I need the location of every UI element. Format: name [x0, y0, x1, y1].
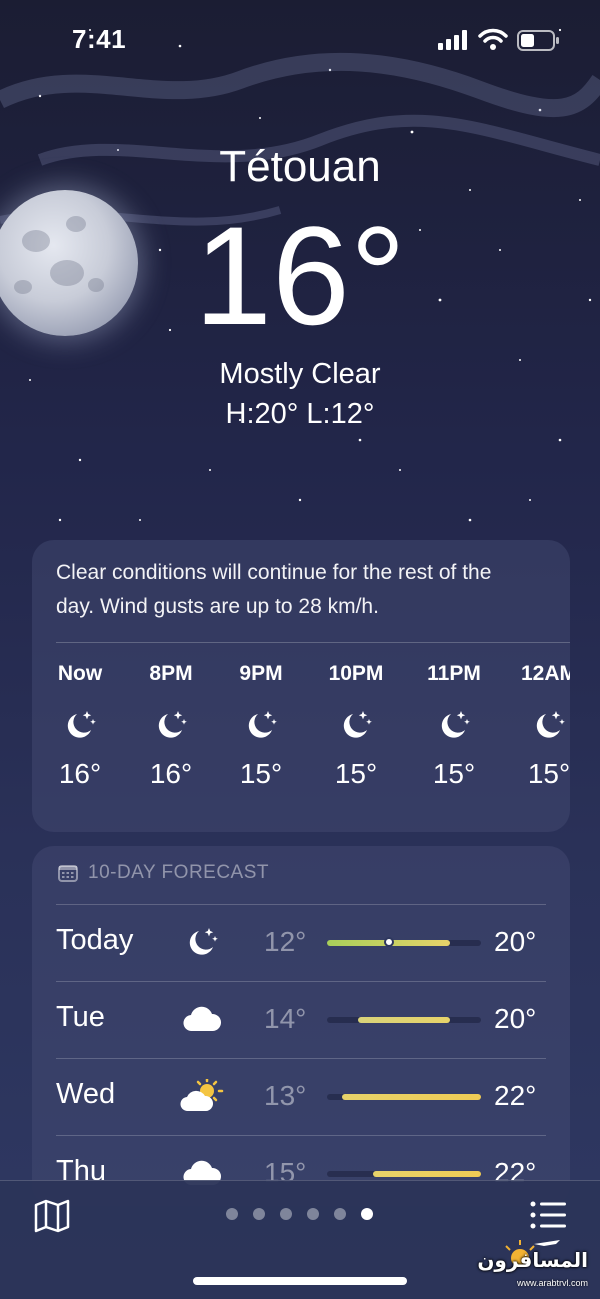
wifi-icon [478, 28, 508, 50]
hour-label: 8PM [149, 662, 193, 685]
page-dot[interactable] [253, 1208, 265, 1220]
forecast-day: Wed [56, 1078, 116, 1110]
divider [56, 904, 546, 905]
hour-label: 12AM [520, 662, 570, 685]
forecast-header-label: 10-DAY FORECAST [88, 862, 270, 883]
forecast-high: 20° [494, 1003, 537, 1034]
forecast-high: 20° [494, 926, 537, 957]
watermark-text: المسافرون [477, 1248, 588, 1272]
sun-cloud-icon [178, 1076, 226, 1116]
cloud-icon [178, 999, 226, 1039]
divider [56, 1135, 546, 1136]
hour-temp: 16° [149, 758, 193, 789]
map-icon[interactable] [34, 1199, 70, 1233]
moon-stars-icon [178, 922, 226, 962]
temperature-range-bar [327, 1017, 481, 1023]
hour-temp: 16° [58, 758, 102, 789]
forecast-row[interactable]: Wed 13° 22° [56, 1058, 546, 1135]
hour-temp: 15° [334, 758, 378, 789]
hour-item: 11PM 15° [414, 662, 494, 790]
ten-day-forecast-card[interactable]: 10-DAY FORECAST Today 12° 20° Tue 14° 20° Wed 1… [32, 846, 570, 1206]
watermark-site: www.arabtrvl.com [516, 1278, 588, 1288]
temperature-range-fill [357, 1017, 451, 1023]
page-indicator[interactable] [226, 1208, 373, 1220]
forecast-row[interactable]: Today 12° 20° [56, 904, 546, 981]
status-bar: 7:41 [0, 24, 600, 60]
hourly-forecast-card[interactable]: Clear conditions will continue for the r… [32, 540, 570, 832]
forecast-low: 12° [264, 926, 307, 957]
forecast-day: Tue [56, 1001, 105, 1033]
condition-text: Mostly Clear [219, 358, 381, 390]
forecast-header: 10-DAY FORECAST [58, 862, 269, 884]
temperature-range-fill [342, 1094, 481, 1100]
page-dot[interactable] [361, 1208, 373, 1220]
moon-stars-icon [131, 698, 211, 752]
page-dot[interactable] [307, 1208, 319, 1220]
page-dot[interactable] [226, 1208, 238, 1220]
hour-label: 11PM [427, 662, 481, 685]
home-indicator[interactable] [193, 1277, 407, 1285]
moon-stars-icon [221, 698, 301, 752]
temperature-range-bar [327, 1171, 481, 1177]
page-dot[interactable] [280, 1208, 292, 1220]
moon-stars-icon [414, 698, 494, 752]
forecast-low: 14° [264, 1003, 307, 1034]
hour-item: 12AM 15° [509, 662, 570, 790]
divider [56, 642, 570, 643]
battery-icon [517, 30, 559, 51]
watermark-logo: المسافرون www.arabtrvl.com [477, 1236, 594, 1292]
hour-label: 9PM [239, 662, 283, 685]
high-low-text: H:20° L:12° [225, 398, 375, 430]
city-name: Tétouan [219, 142, 381, 191]
moon-stars-icon [316, 698, 396, 752]
current-temperature: 16° [194, 197, 406, 354]
calendar-icon [58, 865, 78, 882]
hour-item: 9PM 15° [221, 662, 301, 790]
forecast-day: Today [56, 924, 134, 956]
hour-temp: 15° [239, 758, 283, 789]
moon-stars-icon [40, 698, 120, 752]
forecast-low: 13° [264, 1080, 307, 1111]
divider [56, 981, 546, 982]
forecast-row[interactable]: Tue 14° 20° [56, 981, 546, 1058]
temperature-range-bar [327, 937, 481, 947]
hour-item: Now 16° [40, 662, 120, 790]
hour-item: 8PM 16° [131, 662, 211, 790]
forecast-summary: Clear conditions will continue for the r… [56, 561, 492, 618]
cellular-signal-icon [438, 30, 467, 50]
list-icon[interactable] [530, 1201, 566, 1229]
hour-label: 10PM [328, 662, 384, 685]
hour-temp: 15° [432, 758, 476, 789]
status-time: 7:41 [72, 24, 127, 54]
temperature-range-fill [373, 1171, 481, 1177]
forecast-high: 22° [494, 1080, 537, 1111]
hour-temp: 15° [527, 758, 570, 789]
hour-item: 10PM 15° [316, 662, 396, 790]
temperature-range-bar [327, 1094, 481, 1100]
page-dot[interactable] [334, 1208, 346, 1220]
moon-stars-icon [509, 698, 570, 752]
divider [56, 1058, 546, 1059]
current-temperature-marker [383, 937, 394, 947]
hour-label: Now [57, 662, 103, 685]
